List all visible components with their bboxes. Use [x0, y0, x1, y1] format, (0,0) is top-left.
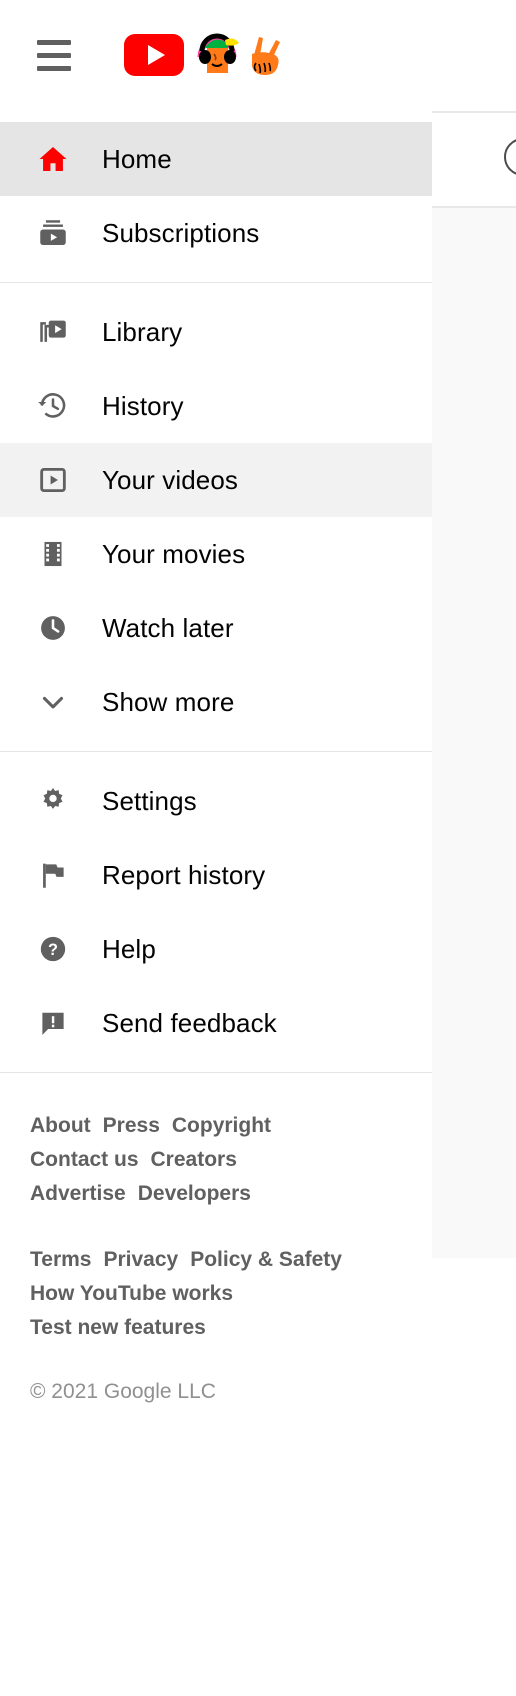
footer-link-advertise[interactable]: Advertise — [30, 1182, 126, 1205]
sidebar-item-library[interactable]: Library — [0, 295, 432, 369]
backdrop-divider — [432, 111, 516, 113]
footer-link-copyright[interactable]: Copyright — [172, 1114, 271, 1137]
footer-link-about[interactable]: About — [30, 1114, 91, 1137]
sidebar-item-home[interactable]: Home — [0, 122, 432, 196]
guide-header — [0, 0, 432, 110]
guide-drawer: Home Subscriptions Library History Your … — [0, 0, 432, 1696]
subscriptions-icon — [30, 210, 76, 256]
footer-link-privacy[interactable]: Privacy — [103, 1248, 178, 1271]
help-icon: ? — [30, 926, 76, 972]
guide-footer: About Press Copyright Contact us Creators A… — [0, 1072, 432, 1407]
guide-section-primary: Home Subscriptions — [0, 110, 432, 282]
footer-line: Advertise Developers — [30, 1177, 402, 1211]
sidebar-item-help[interactable]: ? Help — [0, 912, 432, 986]
sidebar-item-your-movies[interactable]: Your movies — [0, 517, 432, 591]
sidebar-item-label: Your movies — [102, 539, 246, 569]
library-icon — [30, 309, 76, 355]
your-videos-icon — [30, 457, 76, 503]
sidebar-item-label: Watch later — [102, 613, 234, 643]
sidebar-item-label: Help — [102, 934, 156, 964]
footer-line: How YouTube works — [30, 1277, 402, 1311]
youtube-logo[interactable] — [124, 31, 286, 79]
sidebar-item-subscriptions[interactable]: Subscriptions — [0, 196, 432, 270]
sidebar-item-send-feedback[interactable]: Send feedback — [0, 986, 432, 1060]
flag-icon — [30, 852, 76, 898]
footer-line: About Press Copyright — [30, 1109, 402, 1143]
sidebar-item-show-more[interactable]: Show more — [0, 665, 432, 739]
footer-links-group-one: About Press Copyright Contact us Creators A… — [30, 1109, 402, 1211]
feedback-icon — [30, 1000, 76, 1046]
footer-link-developers[interactable]: Developers — [138, 1182, 251, 1205]
sidebar-item-label: Settings — [102, 786, 197, 816]
guide-section-settings: Settings Report history ? Help Send feed… — [0, 751, 432, 1072]
footer-link-creators[interactable]: Creators — [151, 1148, 237, 1171]
sidebar-item-label: Library — [102, 317, 183, 347]
sidebar-item-label: Show more — [102, 687, 235, 717]
chevron-down-icon — [30, 679, 76, 725]
footer-line: Contact us Creators — [30, 1143, 402, 1177]
menu-icon-bar — [37, 65, 71, 71]
sidebar-item-label: History — [102, 391, 184, 421]
sidebar-item-report-history[interactable]: Report history — [0, 838, 432, 912]
history-icon — [30, 383, 76, 429]
home-icon — [30, 136, 76, 182]
footer-line: Test new features — [30, 1311, 402, 1345]
film-strip-icon — [30, 531, 76, 577]
footer-link-terms[interactable]: Terms — [30, 1248, 91, 1271]
sidebar-item-watch-later[interactable]: Watch later — [0, 591, 432, 665]
youtube-play-icon — [124, 34, 184, 76]
sidebar-item-label: Your videos — [102, 465, 239, 495]
sidebar-item-history[interactable]: History — [0, 369, 432, 443]
footer-link-contact-us[interactable]: Contact us — [30, 1148, 139, 1171]
menu-icon-bar — [37, 39, 71, 45]
sidebar-item-settings[interactable]: Settings — [0, 764, 432, 838]
clock-icon — [30, 605, 76, 651]
footer-line: Terms Privacy Policy & Safety — [30, 1243, 402, 1277]
footer-link-how-youtube-works[interactable]: How YouTube works — [30, 1282, 233, 1305]
footer-link-test-new-features[interactable]: Test new features — [30, 1316, 206, 1339]
backdrop-content-panel — [432, 208, 516, 1258]
sidebar-item-label: Report history — [102, 860, 266, 890]
menu-icon-bar — [37, 52, 71, 58]
gear-icon — [30, 778, 76, 824]
avatar[interactable] — [504, 138, 516, 176]
copyright-text: © 2021 Google LLC — [30, 1380, 216, 1403]
svg-text:?: ? — [48, 941, 58, 959]
page-backdrop — [432, 0, 516, 1696]
footer-links-group-two: Terms Privacy Policy & Safety How YouTube … — [30, 1243, 402, 1345]
doodle-graphic — [197, 33, 280, 75]
sidebar-item-label: Send feedback — [102, 1008, 277, 1038]
sidebar-item-label: Home — [102, 144, 172, 174]
sidebar-item-your-videos[interactable]: Your videos — [0, 443, 432, 517]
footer-link-policy-and-safety[interactable]: Policy & Safety — [190, 1248, 342, 1271]
menu-icon[interactable] — [30, 31, 78, 79]
footer-link-press[interactable]: Press — [103, 1114, 160, 1137]
sidebar-item-label: Subscriptions — [102, 218, 260, 248]
guide-section-library: Library History Your videos Your movies … — [0, 282, 432, 751]
